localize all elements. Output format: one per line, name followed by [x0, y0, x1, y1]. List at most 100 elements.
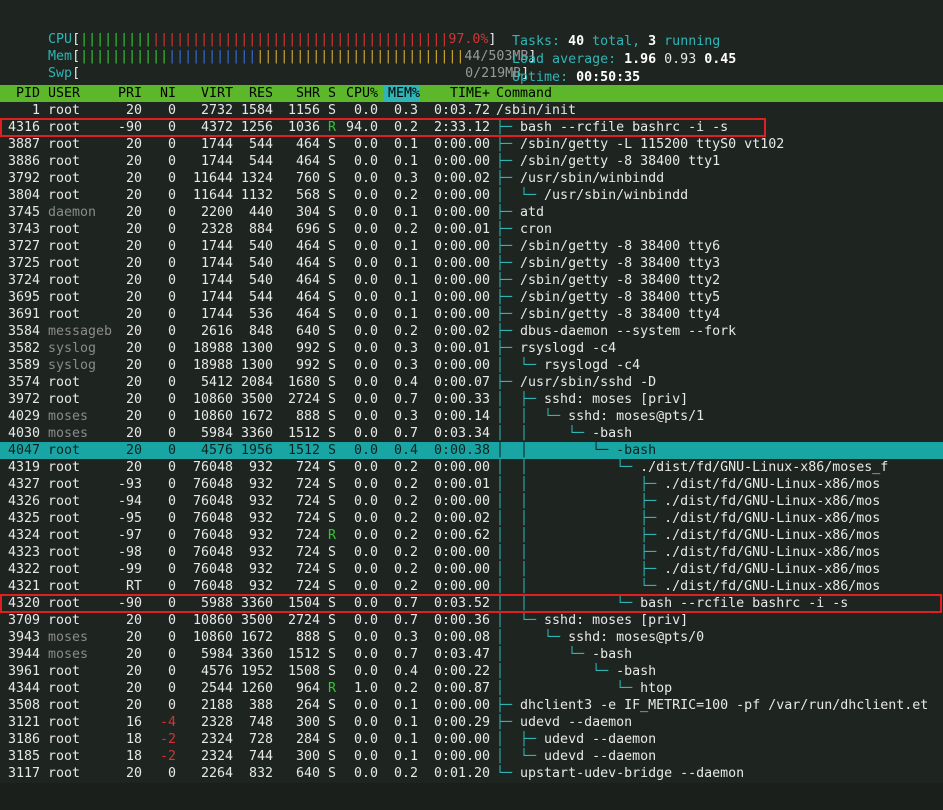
- process-shr: 464: [295, 239, 320, 254]
- process-time: 0:00.00: [433, 307, 490, 322]
- column-mem-sorted[interactable]: MEM%: [384, 85, 420, 102]
- process-shr: 300: [295, 715, 320, 730]
- column-res[interactable]: RES: [237, 85, 273, 102]
- process-state: S: [328, 749, 337, 764]
- process-mem: 0.4: [393, 664, 418, 679]
- process-row[interactable]: 3582 syslog 20 0 18988 1300 992 S 0.0 0.3 0:00.01 ├…: [0, 340, 943, 357]
- process-row[interactable]: 4321 root RT 0 76048 932 724 S 0.0 0.2 0:00.00 │ │ …: [0, 578, 943, 595]
- process-user: root: [48, 494, 81, 509]
- process-row[interactable]: 3709 root 20 0 10860 3500 2724 S 0.0 0.7 0:00.36 │ …: [0, 612, 943, 629]
- process-shr: 464: [295, 273, 320, 288]
- column-time[interactable]: TIME+: [430, 85, 490, 102]
- process-row[interactable]: 3121 root 16 -4 2328 748 300 S 0.0 0.1 0:00.29 ├─ u…: [0, 714, 943, 731]
- process-mem: 0.2: [393, 494, 418, 509]
- process-pid: 3724: [7, 273, 40, 288]
- process-row[interactable]: 3117 root 20 0 2264 832 640 S 0.0 0.2 0:01.20 └─ up…: [0, 765, 943, 782]
- process-row[interactable]: 4322 root -99 0 76048 932 724 S 0.0 0.2 0:00.00 │ │…: [0, 561, 943, 578]
- process-row[interactable]: 3724 root 20 0 1744 540 464 S 0.0 0.1 0:00.00 ├─ /s…: [0, 272, 943, 289]
- process-nice: 0: [167, 562, 176, 577]
- process-virt: 1744: [200, 290, 233, 305]
- process-row[interactable]: 3804 root 20 0 11644 1132 568 S 0.0 0.2 0:00.00 │ └…: [0, 187, 943, 204]
- process-shr: 888: [295, 409, 320, 424]
- process-row[interactable]: 3589 syslog 20 0 18988 1300 992 S 0.0 0.3 0:00.00 │…: [0, 357, 943, 374]
- process-shr: 1156: [287, 103, 320, 118]
- process-cpu: 0.0: [353, 460, 378, 475]
- tree-branch: │ └─: [496, 188, 545, 203]
- process-command: │ │ └─ -bash: [496, 425, 943, 442]
- process-command-text: sshd: moses@pts/1: [568, 409, 705, 424]
- process-res: 536: [248, 307, 273, 322]
- process-row[interactable]: 3886 root 20 0 1744 544 464 S 0.0 0.1 0:00.00 ├─ /s…: [0, 153, 943, 170]
- process-row[interactable]: 3792 root 20 0 11644 1324 760 S 0.0 0.3 0:00.02 ├─ …: [0, 170, 943, 187]
- process-res: 540: [248, 256, 273, 271]
- process-mem: 0.1: [393, 239, 418, 254]
- process-row[interactable]: 4030 moses 20 0 5984 3360 1512 S 0.0 0.7 0:03.34 │ …: [0, 425, 943, 442]
- process-row[interactable]: 4344 root 20 0 2544 1260 964 R 1.0 0.2 0:00.87 │ └─…: [0, 680, 943, 697]
- process-pid: 3961: [7, 664, 40, 679]
- process-row[interactable]: 3972 root 20 0 10860 3500 2724 S 0.0 0.7 0:00.33 │ …: [0, 391, 943, 408]
- process-mem: 0.2: [393, 545, 418, 560]
- highlight-box: [0, 118, 766, 137]
- process-command-text: /sbin/getty -8 38400 tty4: [520, 307, 721, 322]
- process-virt: 2328: [200, 715, 233, 730]
- process-time: 0:00.00: [433, 273, 490, 288]
- process-command: ├─ cron: [496, 221, 943, 238]
- process-row[interactable]: 4327 root -93 0 76048 932 724 S 0.0 0.2 0:00.01 │ │…: [0, 476, 943, 493]
- process-cpu: 0.0: [353, 579, 378, 594]
- process-row[interactable]: 3745 daemon 20 0 2200 440 304 S 0.0 0.1 0:00.00 ├─ …: [0, 204, 943, 221]
- column-virt[interactable]: VIRT: [185, 85, 233, 102]
- process-row[interactable]: 3944 moses 20 0 5984 3360 1512 S 0.0 0.7 0:03.47 │ …: [0, 646, 943, 663]
- column-pid[interactable]: PID: [2, 85, 40, 102]
- column-ni[interactable]: NI: [150, 85, 176, 102]
- process-user: daemon: [48, 205, 97, 220]
- column-state[interactable]: S: [328, 85, 338, 102]
- column-cpu[interactable]: CPU%: [344, 85, 378, 102]
- process-row[interactable]: 3584 messageb 20 0 2616 848 640 S 0.0 0.2 0:00.02 ├…: [0, 323, 943, 340]
- process-row[interactable]: 4325 root -95 0 76048 932 724 S 0.0 0.2 0:00.02 │ │…: [0, 510, 943, 527]
- process-res: 1300: [240, 341, 273, 356]
- process-row[interactable]: 3961 root 20 0 4576 1952 1508 S 0.0 0.4 0:00.22 │ └…: [0, 663, 943, 680]
- process-mem: 0.4: [393, 443, 418, 458]
- process-row[interactable]: 3574 root 20 0 5412 2084 1680 S 0.0 0.4 0:00.07 ├─ …: [0, 374, 943, 391]
- cpu-meter: CPU[||||||||||||||||||||||||||||||||||||…: [48, 32, 497, 47]
- column-pri[interactable]: PRI: [110, 85, 142, 102]
- process-row[interactable]: 3185 root 18 -2 2324 744 300 S 0.0 0.1 0:00.00 │ └─…: [0, 748, 943, 765]
- process-row[interactable]: 3727 root 20 0 1744 540 464 S 0.0 0.1 0:00.00 ├─ /s…: [0, 238, 943, 255]
- column-command[interactable]: Command: [496, 85, 943, 102]
- process-row[interactable]: 3691 root 20 0 1744 536 464 S 0.0 0.1 0:00.00 ├─ /s…: [0, 306, 943, 323]
- process-row[interactable]: 4319 root 20 0 76048 932 724 S 0.0 0.2 0:00.00 │ │ …: [0, 459, 943, 476]
- process-time: 0:00.00: [433, 494, 490, 509]
- process-row[interactable]: 4326 root -94 0 76048 932 724 S 0.0 0.2 0:00.00 │ │…: [0, 493, 943, 510]
- process-row[interactable]: 4029 moses 20 0 10860 1672 888 S 0.0 0.3 0:00.14 │ …: [0, 408, 943, 425]
- process-res: 1584: [240, 103, 273, 118]
- process-time: 0:00.08: [433, 630, 490, 645]
- process-virt: 5984: [200, 647, 233, 662]
- process-virt: 1744: [200, 239, 233, 254]
- process-priority: 20: [125, 647, 142, 662]
- process-row[interactable]: 3695 root 20 0 1744 544 464 S 0.0 0.1 0:00.00 ├─ /s…: [0, 289, 943, 306]
- column-user[interactable]: USER: [48, 85, 118, 102]
- process-row[interactable]: 3725 root 20 0 1744 540 464 S 0.0 0.1 0:00.00 ├─ /s…: [0, 255, 943, 272]
- process-state: S: [328, 460, 337, 475]
- process-priority: 20: [125, 613, 142, 628]
- process-shr: 464: [295, 137, 320, 152]
- process-row[interactable]: 3743 root 20 0 2328 884 696 S 0.0 0.2 0:00.01 ├─ cr…: [0, 221, 943, 238]
- process-nice: 0: [167, 222, 176, 237]
- process-row[interactable]: 4047 root 20 0 4576 1956 1512 S 0.0 0.4 0:00.38 │ │…: [0, 442, 943, 459]
- process-time: 0:00.00: [433, 732, 490, 747]
- process-row[interactable]: 3186 root 18 -2 2324 728 284 S 0.0 0.1 0:00.00 │ ├─…: [0, 731, 943, 748]
- column-shr[interactable]: SHR: [284, 85, 320, 102]
- tree-branch: ├─: [496, 205, 521, 220]
- process-row[interactable]: 4323 root -98 0 76048 932 724 S 0.0 0.2 0:00.00 │ │…: [0, 544, 943, 561]
- process-row[interactable]: 1 root 20 0 2732 1584 1156 S 0.0 0.3 0:03.72/sbin/…: [0, 102, 943, 119]
- process-row[interactable]: 3508 root 20 0 2188 388 264 S 0.0 0.1 0:00.00 ├─ dh…: [0, 697, 943, 714]
- process-res: 544: [248, 290, 273, 305]
- process-row[interactable]: 3943 moses 20 0 10860 1672 888 S 0.0 0.3 0:00.08 │ …: [0, 629, 943, 646]
- process-mem: 0.2: [393, 324, 418, 339]
- process-res: 3360: [240, 647, 273, 662]
- process-pid: 3121: [7, 715, 40, 730]
- process-row[interactable]: 4324 root -97 0 76048 932 724 R 0.0 0.2 0:00.62 │ │…: [0, 527, 943, 544]
- process-row[interactable]: 3887 root 20 0 1744 544 464 S 0.0 0.1 0:00.00 ├─ /s…: [0, 136, 943, 153]
- process-command-text: /usr/sbin/sshd -D: [520, 375, 657, 390]
- process-mem: 0.2: [393, 562, 418, 577]
